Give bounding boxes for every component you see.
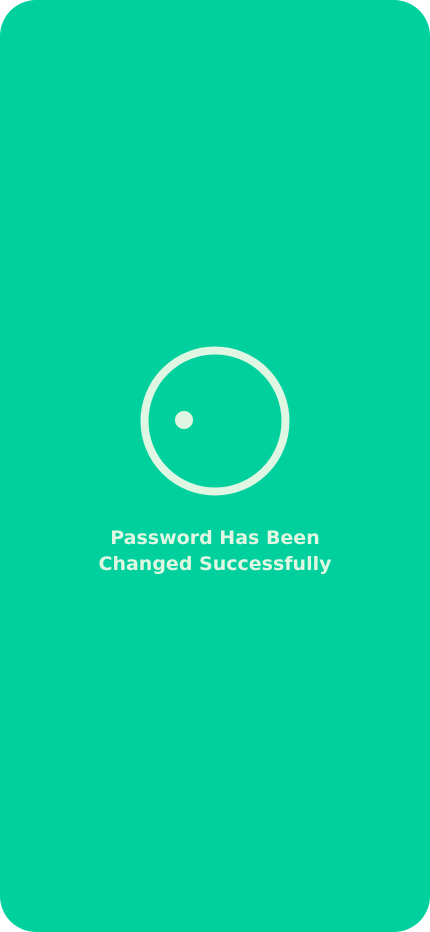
spinner-ring	[140, 346, 290, 496]
success-screen: Password Has Been Changed Successfully	[0, 0, 430, 932]
success-message-line-2: Changed Successfully	[98, 553, 332, 575]
success-message: Password Has Been Changed Successfully	[0, 525, 430, 577]
spinner-dot	[175, 411, 193, 429]
loading-spinner-icon	[138, 345, 292, 499]
success-message-line-1: Password Has Been	[110, 527, 320, 549]
